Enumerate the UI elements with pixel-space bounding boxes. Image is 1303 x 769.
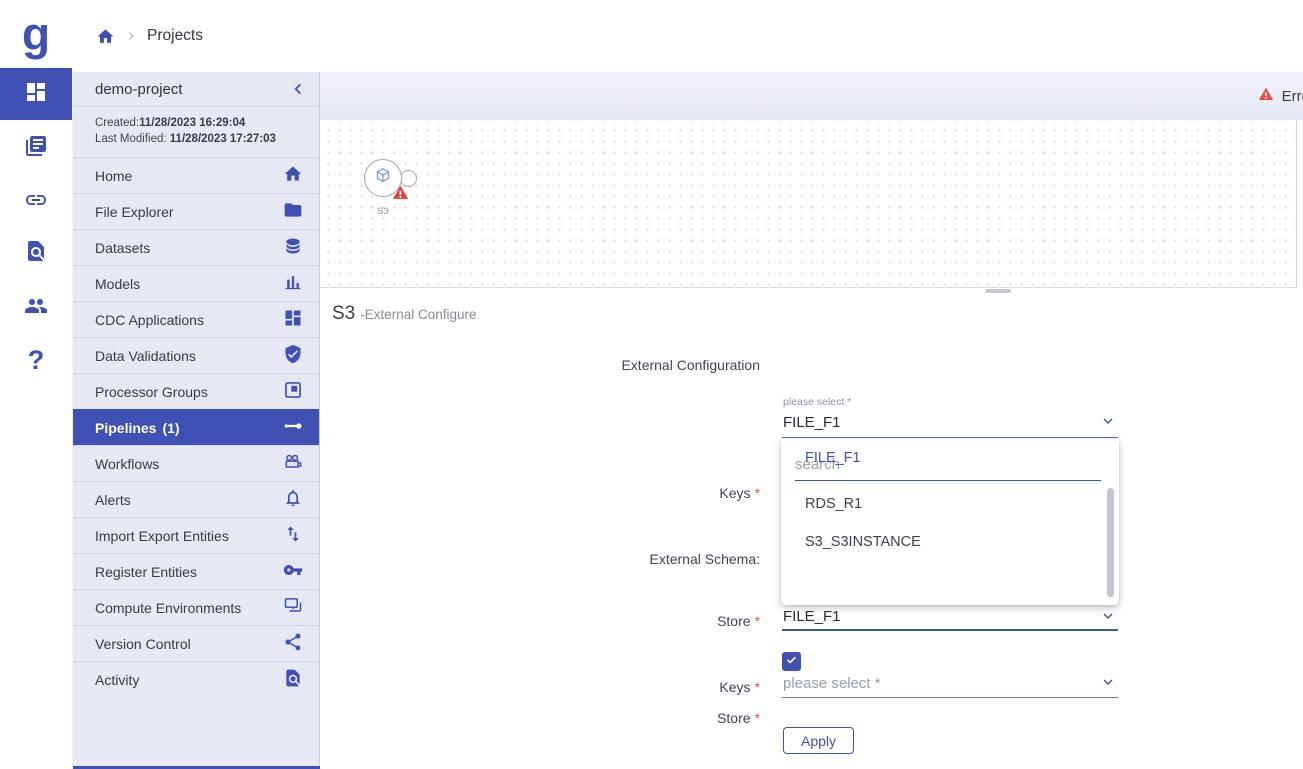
dashboard-icon <box>283 308 303 331</box>
folder-icon <box>283 200 303 223</box>
workflow-icon <box>283 452 303 475</box>
share-icon <box>283 632 303 655</box>
bar-chart-icon <box>283 272 303 295</box>
rail-item-library[interactable] <box>0 122 72 174</box>
project-meta: Created:11/28/2023 16:29:04 Last Modifie… <box>73 107 319 157</box>
sidebar-item-import-export-entities[interactable]: Import Export Entities <box>73 517 319 553</box>
app-root: g ? Projects demo-project <box>0 0 1303 769</box>
store1-label: Store* <box>320 710 760 726</box>
store1-select[interactable]: please select * FILE_F1 <box>782 395 1118 438</box>
key-icon <box>283 560 303 583</box>
sidebar-item-register-entities[interactable]: Register Entities <box>73 553 319 589</box>
chevron-right-icon <box>124 29 138 43</box>
rail-item-help[interactable]: ? <box>0 334 72 386</box>
panel-resize-handle[interactable] <box>985 289 1011 293</box>
collapse-sidebar-icon[interactable] <box>289 80 307 98</box>
library-icon <box>24 134 48 163</box>
help-icon: ? <box>28 345 45 376</box>
project-header: demo-project <box>73 72 319 107</box>
keys2-select[interactable]: please select * <box>782 665 1118 698</box>
cube-icon <box>373 166 393 191</box>
shield-check-icon <box>283 344 303 367</box>
modified-value: 11/28/2023 17:27:03 <box>170 133 276 145</box>
sidebar-item-models[interactable]: Models <box>73 265 319 301</box>
apply-button[interactable]: Apply <box>783 727 854 754</box>
sidebar-item-file-explorer[interactable]: File Explorer <box>73 193 319 229</box>
node-label: S3 <box>363 206 403 216</box>
rail-item-users[interactable] <box>0 282 72 334</box>
top-header: Projects <box>72 0 1303 72</box>
created-value: 11/28/2023 16:29:04 <box>139 117 245 129</box>
modified-label: Last Modified: <box>95 133 170 145</box>
sidebar-item-compute-environments[interactable]: Compute Environments <box>73 589 319 625</box>
home-icon <box>283 164 303 187</box>
store1-floating-label: please select * <box>783 396 851 408</box>
pipeline-icon <box>283 416 303 439</box>
store1-value: FILE_F1 <box>783 414 841 431</box>
sidebar-item-cdc-applications[interactable]: CDC Applications <box>73 301 319 337</box>
icon-rail: g ? <box>0 0 72 769</box>
dropdown-scrollbar[interactable] <box>1107 488 1114 597</box>
external-configure-panel: S3 -External Configure External Configur… <box>320 289 1303 769</box>
panel-title-node: S3 <box>332 303 355 325</box>
rail-item-projects[interactable] <box>0 68 72 120</box>
external-configuration-label: External Configuration <box>320 357 760 373</box>
project-name: demo-project <box>95 81 183 98</box>
sidebar-item-datasets[interactable]: Datasets <box>73 229 319 265</box>
panel-title-suffix: -External Configure <box>360 307 476 322</box>
chevron-down-icon[interactable] <box>1100 674 1116 690</box>
processor-group-icon <box>283 380 303 403</box>
bell-icon <box>283 488 303 511</box>
users-icon <box>24 294 48 323</box>
node-error-badge-icon[interactable] <box>391 184 410 201</box>
created-label: Created: <box>95 117 139 129</box>
dropdown-option[interactable]: RDS_R1 <box>781 485 1103 523</box>
pipeline-toolbar: Error <box>320 72 1303 120</box>
sidebar-item-workflows[interactable]: Workflows <box>73 445 319 481</box>
panel-title: S3 -External Configure <box>332 303 477 325</box>
sidebar-item-activity[interactable]: Activity <box>73 661 319 697</box>
document-search-icon <box>24 239 48 268</box>
store2-label: Store* <box>320 613 760 629</box>
breadcrumb: Projects <box>96 0 203 72</box>
dashboard-icon <box>24 80 48 109</box>
sidebar-item-home[interactable]: Home <box>73 157 319 193</box>
sidebar-item-pipelines[interactable]: Pipelines(1) <box>73 409 319 445</box>
chevron-down-icon[interactable] <box>1100 608 1116 624</box>
store-dropdown: FILE_F1 RDS_R1 S3_S3INSTANCE <box>781 439 1119 605</box>
dropdown-option[interactable]: S3_S3INSTANCE <box>781 523 1103 561</box>
rail-item-links[interactable] <box>0 176 72 228</box>
dropdown-option[interactable]: FILE_F1 <box>781 439 1103 477</box>
error-label: Error <box>1282 88 1303 105</box>
link-icon <box>24 188 48 217</box>
rail-item-document-search[interactable] <box>0 227 72 279</box>
external-schema-label: External Schema: <box>320 551 760 567</box>
sidebar-item-version-control[interactable]: Version Control <box>73 625 319 661</box>
database-icon <box>283 236 303 259</box>
keys1-label: Keys* <box>320 485 760 501</box>
warning-icon <box>1257 86 1275 106</box>
chevron-down-icon[interactable] <box>1100 413 1116 429</box>
import-export-icon <box>283 524 303 547</box>
brand-logo[interactable]: g <box>0 0 72 68</box>
project-sidebar: demo-project Created:11/28/2023 16:29:04… <box>72 72 320 769</box>
home-icon[interactable] <box>96 27 115 46</box>
breadcrumb-page[interactable]: Projects <box>147 27 203 45</box>
keys2-placeholder: please select * <box>783 675 881 692</box>
error-indicator[interactable]: Error <box>1257 72 1303 120</box>
activity-search-icon <box>283 668 303 691</box>
sidebar-item-alerts[interactable]: Alerts <box>73 481 319 517</box>
pipeline-canvas[interactable]: S3 <box>320 120 1297 288</box>
store2-value: FILE_F1 <box>783 608 841 625</box>
pipelines-count: (1) <box>162 420 179 436</box>
keys2-label: Keys* <box>320 679 760 695</box>
sidebar-item-processor-groups[interactable]: Processor Groups <box>73 373 319 409</box>
sidebar-item-data-validations[interactable]: Data Validations <box>73 337 319 373</box>
monitors-icon <box>283 596 303 619</box>
